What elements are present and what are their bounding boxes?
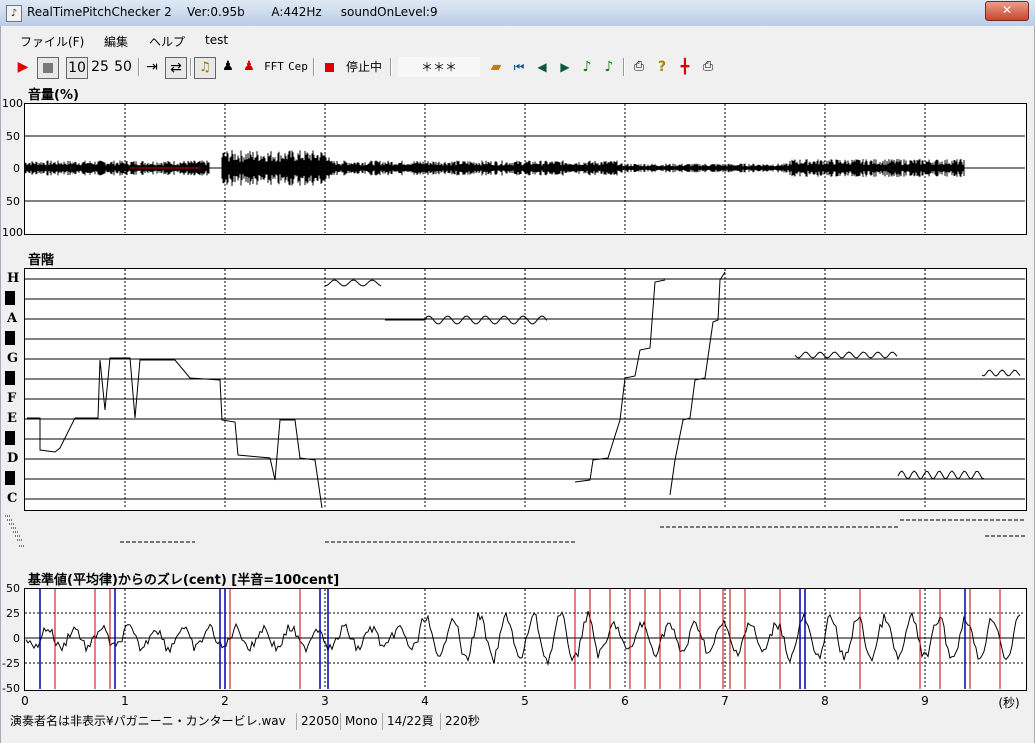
pitch-trace <box>574 279 666 483</box>
status-rate: 22050 <box>296 713 339 730</box>
trace-layer <box>5 104 1025 689</box>
pitch-trace <box>897 470 985 480</box>
status-seconds: 220秒 <box>440 713 480 730</box>
pitch-trace <box>981 369 1021 377</box>
pitch-trace <box>324 279 382 287</box>
pitch-trace <box>669 271 726 496</box>
pitch-trace <box>27 357 323 509</box>
status-channel: Mono <box>340 713 378 730</box>
pitch-trace <box>794 351 898 359</box>
status-file: 演奏者名は非表示¥パガニーニ・カンタービレ.wav <box>10 714 286 728</box>
status-page: 14/22頁 <box>382 713 434 730</box>
status-bar: 演奏者名は非表示¥パガニーニ・カンタービレ.wav 22050 Mono 14/… <box>0 710 1033 732</box>
pitch-trace <box>385 315 548 325</box>
